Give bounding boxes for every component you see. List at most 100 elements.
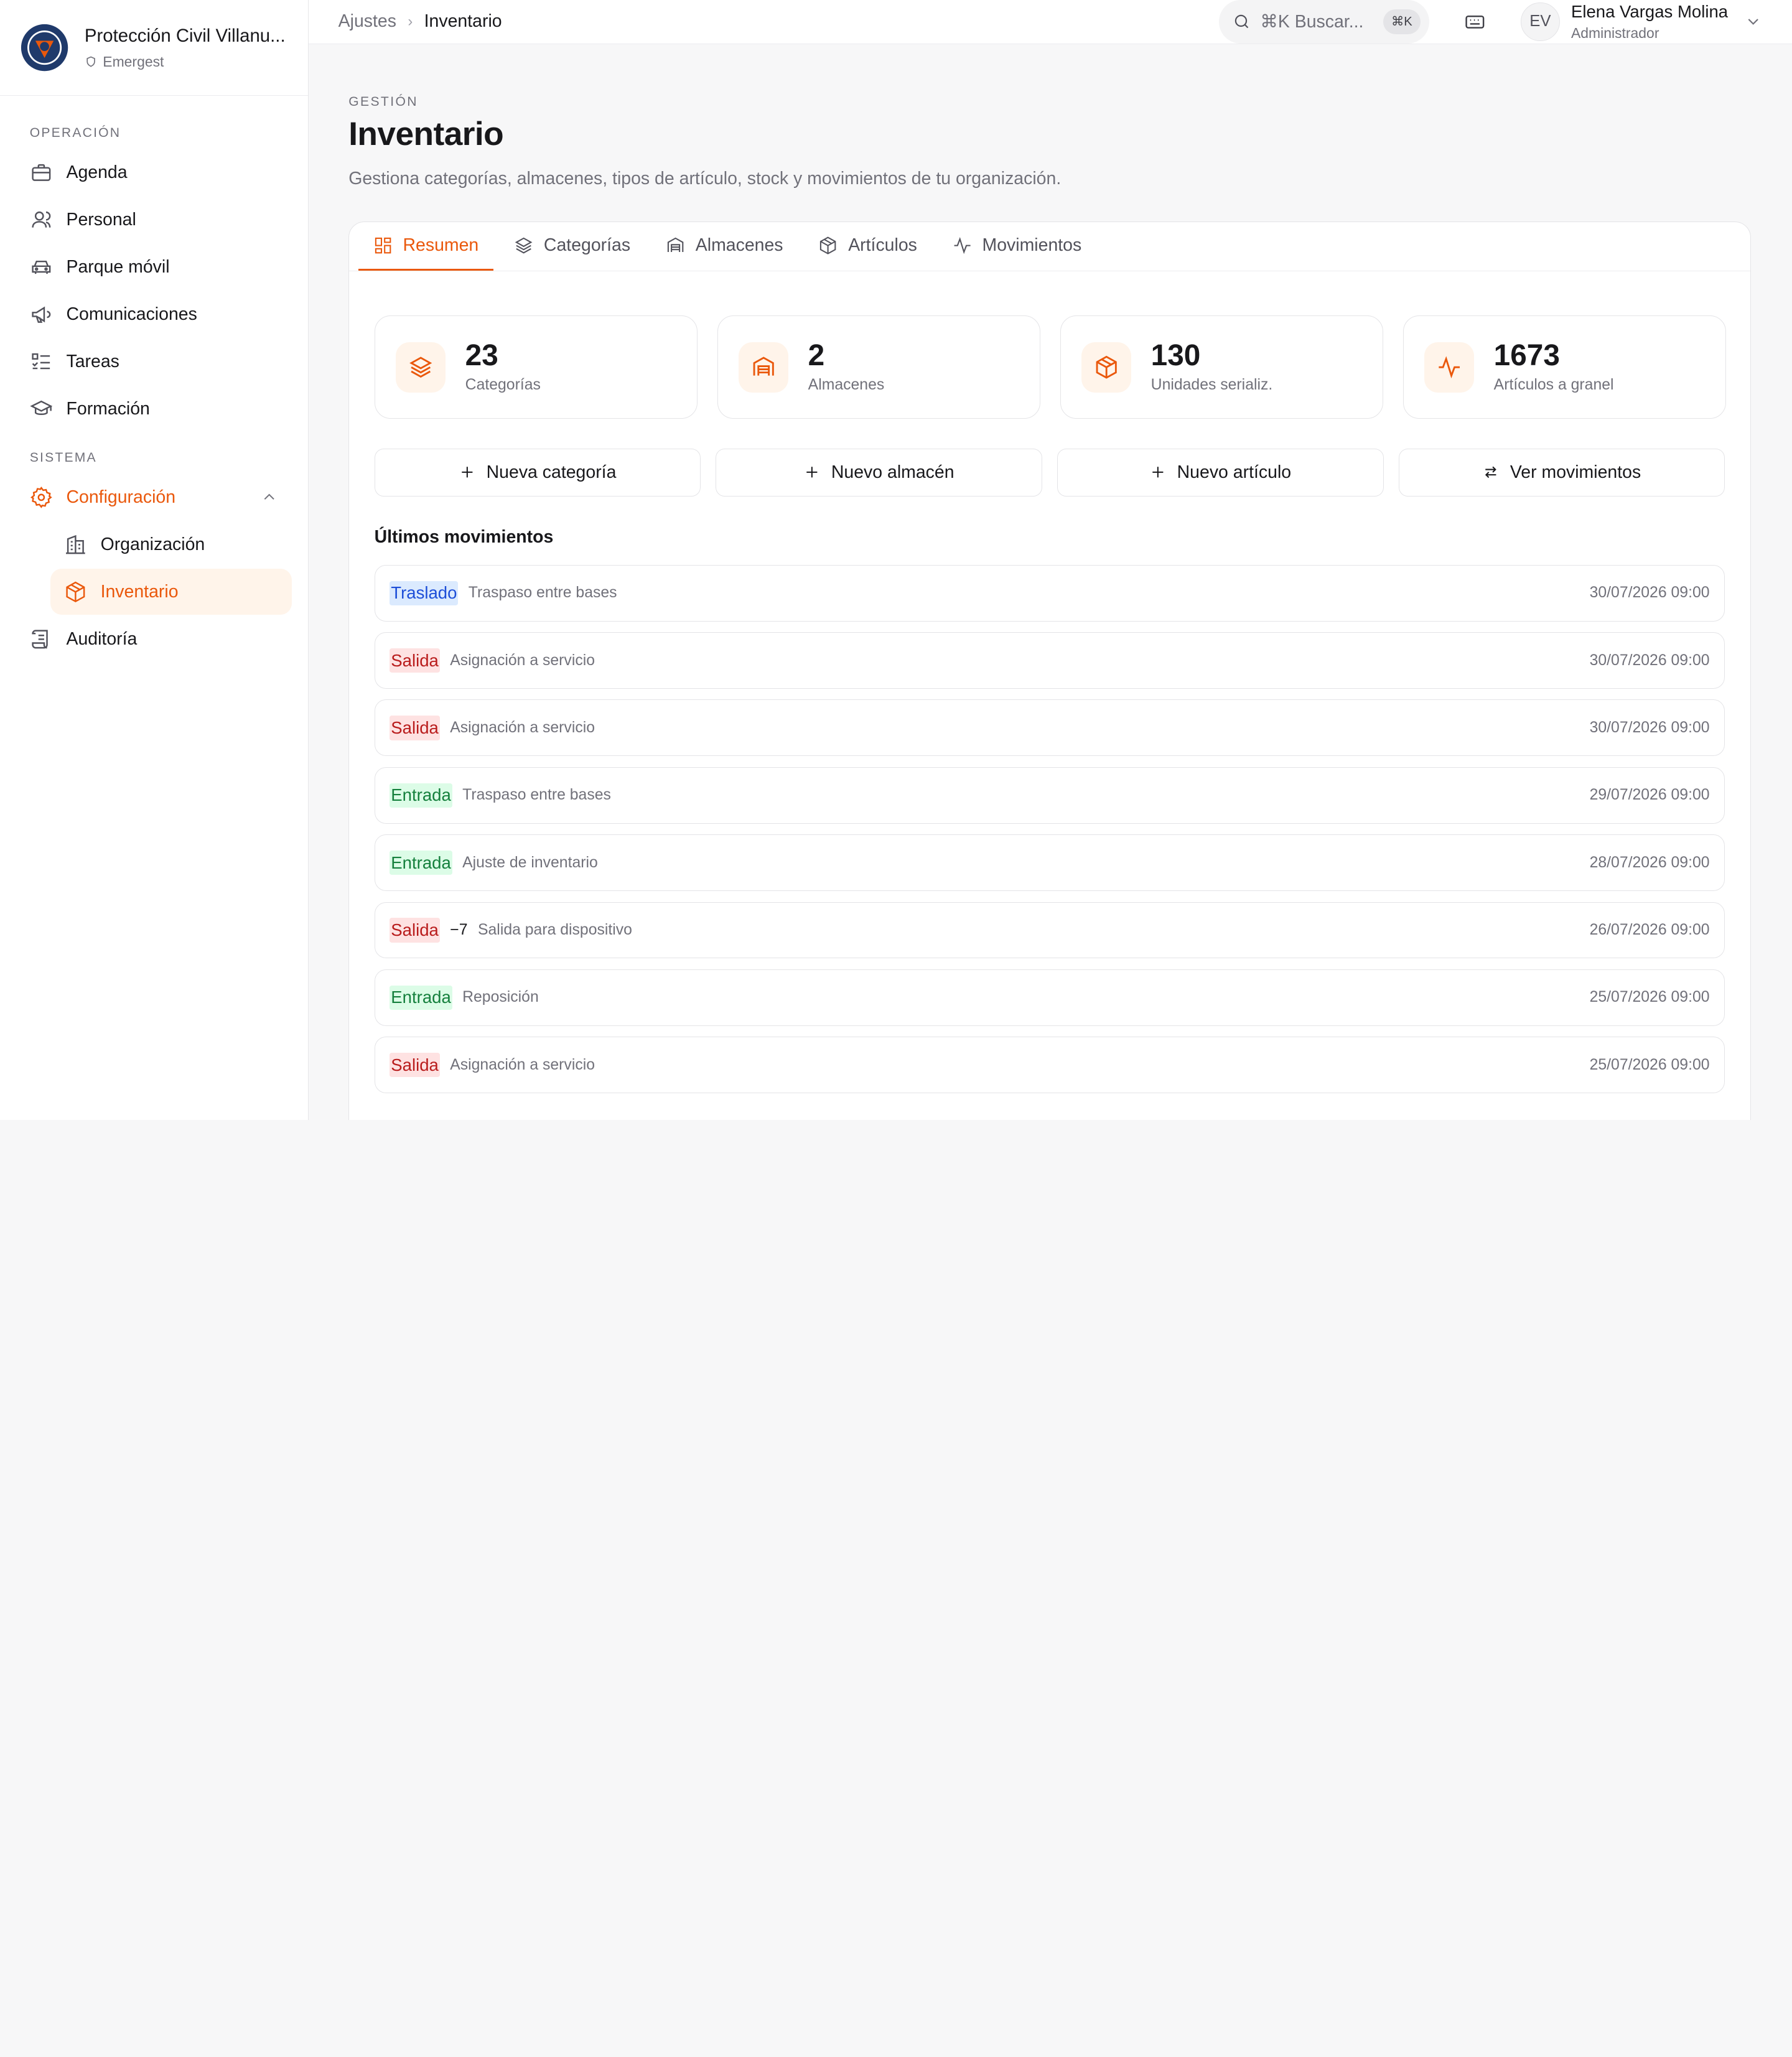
topbar-actions: ⌘K Buscar... ⌘K EV Elena Vargas Molina A… bbox=[1219, 0, 1762, 44]
product-name: Emergest bbox=[85, 54, 286, 70]
plus-icon bbox=[1152, 467, 1163, 478]
list-item[interactable]: Salida Asignación a servicio 30/07/2026 09… bbox=[374, 699, 1725, 757]
movement-description: Asignación a servicio bbox=[450, 651, 595, 669]
view-movements-button[interactable]: Ver movimientos bbox=[1398, 448, 1725, 497]
movement-description: Ajuste de inventario bbox=[462, 854, 598, 871]
sidebar-item-tareas[interactable]: Tareas bbox=[16, 339, 292, 385]
sidebar-item-configuracion[interactable]: Configuración bbox=[16, 474, 292, 520]
sidebar-item-label: Organización bbox=[100, 534, 205, 554]
user-name: Elena Vargas Molina bbox=[1570, 1, 1729, 21]
stats-row: 23 Categorías 2 Almacenes 130 Unidades s… bbox=[374, 315, 1727, 419]
list-item[interactable]: Entrada Ajuste de inventario 28/07/2026 09… bbox=[374, 834, 1725, 892]
chevron-up-icon[interactable] bbox=[260, 488, 278, 506]
stat-label: Artículos a granel bbox=[1493, 376, 1614, 393]
inventory-tabs: Resumen Categorías Almacenes Artículos M… bbox=[349, 222, 1750, 271]
breadcrumb-ajustes[interactable]: Ajustes bbox=[338, 11, 396, 32]
package-icon bbox=[66, 581, 85, 602]
list-item[interactable]: Salida −7 Salida para dispositivo 26/07/202… bbox=[374, 902, 1725, 959]
sidebar-item-comunicaciones[interactable]: Comunicaciones bbox=[16, 292, 292, 337]
keyboard-shortcuts-button[interactable] bbox=[1455, 1, 1496, 42]
button-label: Ver movimientos bbox=[1510, 462, 1641, 482]
sidebar-item-inventario[interactable]: Inventario bbox=[50, 569, 292, 615]
movement-date: 25/07/2026 09:00 bbox=[1589, 1056, 1710, 1073]
stat-value: 130 bbox=[1150, 338, 1201, 372]
recent-movements-list: Traslado Traspaso entre bases 30/07/2026 0… bbox=[374, 564, 1725, 1094]
keyboard-icon bbox=[1465, 15, 1485, 29]
movement-type-badge: Salida bbox=[390, 1052, 440, 1078]
sidebar-item-auditoria[interactable]: Auditoría bbox=[16, 616, 292, 661]
movement-description: Reposición bbox=[462, 989, 539, 1006]
movement-description: Traspaso entre bases bbox=[462, 786, 611, 804]
list-item[interactable]: Entrada Reposición 25/07/2026 09:00 bbox=[374, 969, 1725, 1026]
summary-panel: 23 Categorías 2 Almacenes 130 Unidades s… bbox=[349, 271, 1750, 1094]
graduation-cap-icon bbox=[30, 400, 53, 416]
movement-date: 29/07/2026 09:00 bbox=[1589, 786, 1710, 804]
movement-type-badge: Entrada bbox=[390, 850, 452, 875]
organization-logo bbox=[21, 24, 68, 72]
movement-description: Traspaso entre bases bbox=[468, 584, 617, 602]
sidebar-item-personal[interactable]: Personal bbox=[16, 197, 292, 243]
package-icon bbox=[1096, 355, 1117, 379]
sidebar-item-label: Configuración bbox=[66, 487, 176, 507]
movement-date: 25/07/2026 09:00 bbox=[1589, 989, 1710, 1006]
list-item[interactable]: Salida Asignación a servicio 25/07/2026 09… bbox=[374, 1037, 1725, 1094]
movement-date: 30/07/2026 09:00 bbox=[1589, 651, 1710, 669]
sidebar-nav: OPERACIÓN Agenda Personal Parque móvil C… bbox=[0, 96, 308, 663]
movement-type-badge: Salida bbox=[390, 648, 440, 673]
brand-header[interactable]: Protección Civil Villanu... Emergest bbox=[0, 0, 308, 96]
new-warehouse-button[interactable]: Nuevo almacén bbox=[716, 448, 1043, 497]
search-input[interactable]: ⌘K Buscar... ⌘K bbox=[1219, 0, 1430, 44]
plus-icon bbox=[461, 467, 472, 478]
chevron-right-icon: › bbox=[408, 12, 413, 30]
page-eyebrow: GESTIÓN bbox=[348, 94, 418, 109]
sidebar-item-label: Personal bbox=[66, 209, 136, 230]
tab-articulos[interactable]: Artículos bbox=[804, 222, 932, 271]
app-window: Protección Civil Villanu... Emergest OPE… bbox=[0, 0, 1792, 1120]
movement-type-badge: Salida bbox=[390, 716, 440, 740]
page-title: Inventario bbox=[348, 115, 504, 152]
list-item[interactable]: Traslado Traspaso entre bases 30/07/2026 0… bbox=[374, 564, 1725, 622]
gear-icon bbox=[30, 486, 52, 508]
movement-description: Asignación a servicio bbox=[450, 1056, 595, 1073]
new-category-button[interactable]: Nueva categoría bbox=[374, 448, 701, 497]
sidebar-item-label: Tareas bbox=[66, 351, 119, 371]
tab-categorias[interactable]: Categorías bbox=[499, 222, 645, 271]
layers-icon bbox=[409, 357, 432, 378]
tab-almacenes[interactable]: Almacenes bbox=[651, 222, 798, 271]
movement-date: 30/07/2026 09:00 bbox=[1589, 719, 1710, 736]
user-role: Administrador bbox=[1570, 25, 1659, 42]
grid-icon bbox=[375, 237, 391, 254]
search-placeholder: ⌘K Buscar... bbox=[1260, 11, 1364, 32]
search-icon bbox=[1235, 14, 1249, 29]
sidebar-submenu-configuracion: Organización Inventario bbox=[50, 521, 292, 615]
tab-label: Resumen bbox=[403, 235, 479, 255]
package-icon bbox=[820, 236, 836, 254]
user-menu[interactable]: EV Elena Vargas Molina Administrador bbox=[1521, 2, 1762, 42]
topbar: Ajustes › Inventario ⌘K Buscar... ⌘K EV … bbox=[308, 0, 1792, 44]
activity-icon bbox=[1439, 356, 1460, 378]
list-item[interactable]: Entrada Traspaso entre bases 29/07/2026 09… bbox=[374, 767, 1725, 824]
sidebar-item-agenda[interactable]: Agenda bbox=[16, 150, 292, 195]
sidebar-item-parque-movil[interactable]: Parque móvil bbox=[16, 245, 292, 290]
arrows-swap-icon bbox=[1485, 466, 1496, 478]
stat-card-almacenes: 2 Almacenes bbox=[717, 315, 1041, 419]
sidebar-item-label: Parque móvil bbox=[66, 256, 170, 277]
list-item[interactable]: Salida Asignación a servicio 30/07/2026 09… bbox=[374, 632, 1725, 689]
sidebar-item-label: Auditoría bbox=[66, 628, 138, 649]
warehouse-icon bbox=[753, 357, 774, 376]
sidebar-item-organizacion[interactable]: Organización bbox=[50, 521, 292, 567]
stat-value: 1673 bbox=[1493, 338, 1560, 372]
button-label: Nuevo almacén bbox=[831, 462, 954, 482]
new-item-button[interactable]: Nuevo artículo bbox=[1057, 448, 1384, 497]
sidebar-item-formacion[interactable]: Formación bbox=[16, 386, 292, 432]
tab-label: Artículos bbox=[848, 235, 917, 255]
movement-description: Salida para dispositivo bbox=[478, 921, 632, 938]
movement-type-badge: Entrada bbox=[390, 985, 452, 1010]
tab-movimientos[interactable]: Movimientos bbox=[938, 222, 1096, 271]
user-icon bbox=[32, 211, 51, 228]
sidebar-item-label: Comunicaciones bbox=[66, 304, 197, 324]
organization-name: Protección Civil Villanu... bbox=[84, 25, 286, 46]
tab-resumen[interactable]: Resumen bbox=[358, 222, 494, 271]
movement-date: 26/07/2026 09:00 bbox=[1589, 921, 1710, 938]
inventory-card: Resumen Categorías Almacenes Artículos M… bbox=[348, 221, 1751, 1120]
